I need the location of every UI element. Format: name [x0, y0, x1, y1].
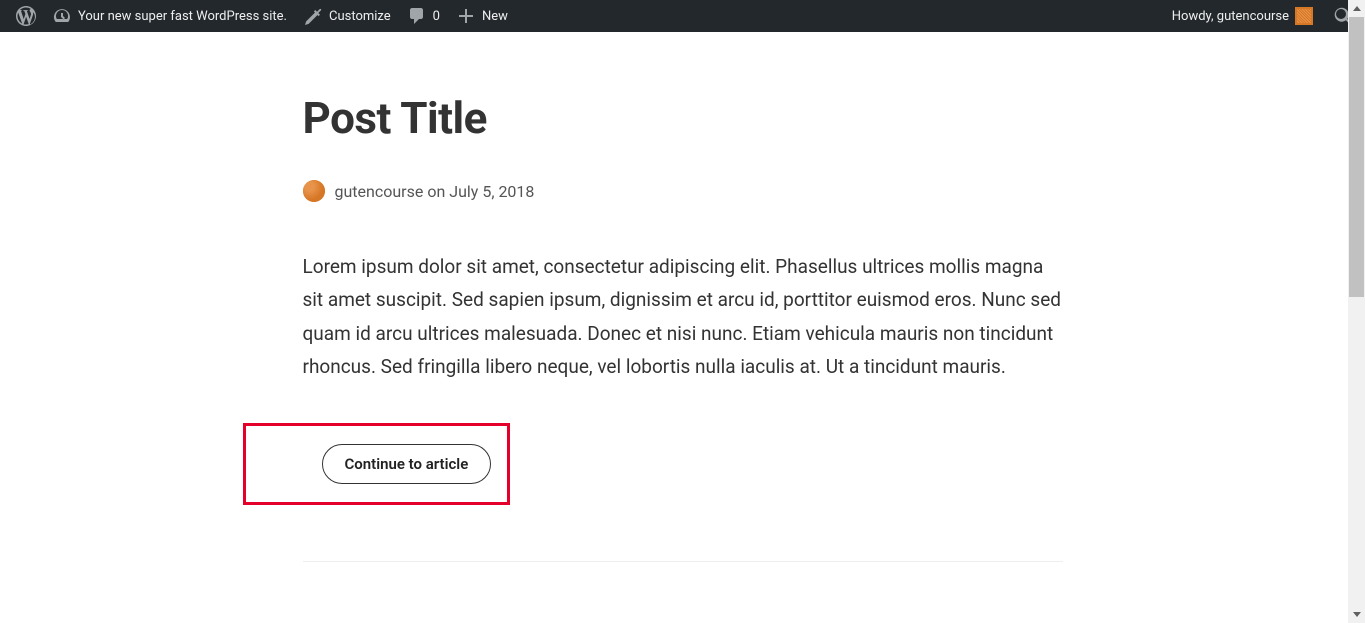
new-label: New	[482, 9, 508, 24]
scrollbar-thumb[interactable]	[1349, 17, 1364, 297]
post-byline: gutencourse on July 5, 2018	[335, 182, 535, 201]
admin-bar: Your new super fast WordPress site. Cust…	[0, 0, 1365, 32]
post-date[interactable]: July 5, 2018	[449, 182, 534, 201]
post-article: Post Title gutencourse on July 5, 2018 L…	[303, 92, 1063, 562]
admin-bar-right: Howdy, gutencourse	[1164, 0, 1357, 32]
scrollbar[interactable]	[1348, 0, 1365, 623]
comments-count: 0	[433, 9, 440, 24]
continue-reading-button[interactable]: Continue to article	[322, 444, 492, 484]
author-link[interactable]: gutencourse	[335, 182, 424, 201]
post-excerpt: Lorem ipsum dolor sit amet, consectetur …	[303, 250, 1063, 383]
site-name-menu[interactable]: Your new super fast WordPress site.	[44, 0, 295, 32]
scrollbar-down-button[interactable]	[1348, 606, 1365, 623]
comments-menu[interactable]: 0	[399, 0, 448, 32]
dashboard-icon	[52, 6, 72, 26]
highlight-annotation: Continue to article	[243, 423, 511, 505]
howdy-label: Howdy, gutencourse	[1172, 9, 1289, 24]
wordpress-logo-menu[interactable]	[8, 0, 44, 32]
post-meta: gutencourse on July 5, 2018	[303, 180, 1063, 202]
admin-bar-left: Your new super fast WordPress site. Cust…	[8, 0, 516, 32]
new-content-menu[interactable]: New	[448, 0, 516, 32]
comments-icon	[407, 6, 427, 26]
avatar	[1295, 7, 1313, 25]
wordpress-icon	[16, 6, 36, 26]
customize-icon	[303, 6, 323, 26]
site-name-label: Your new super fast WordPress site.	[78, 9, 287, 24]
scrollbar-up-button[interactable]	[1348, 0, 1365, 17]
meta-on: on	[427, 182, 445, 201]
customize-label: Customize	[329, 9, 391, 24]
post-divider	[303, 561, 1063, 562]
plus-icon	[456, 6, 476, 26]
author-avatar	[303, 180, 325, 202]
customize-menu[interactable]: Customize	[295, 0, 399, 32]
content-area: Post Title gutencourse on July 5, 2018 L…	[0, 32, 1365, 562]
post-title: Post Title	[303, 92, 1063, 144]
account-menu[interactable]: Howdy, gutencourse	[1164, 0, 1321, 32]
